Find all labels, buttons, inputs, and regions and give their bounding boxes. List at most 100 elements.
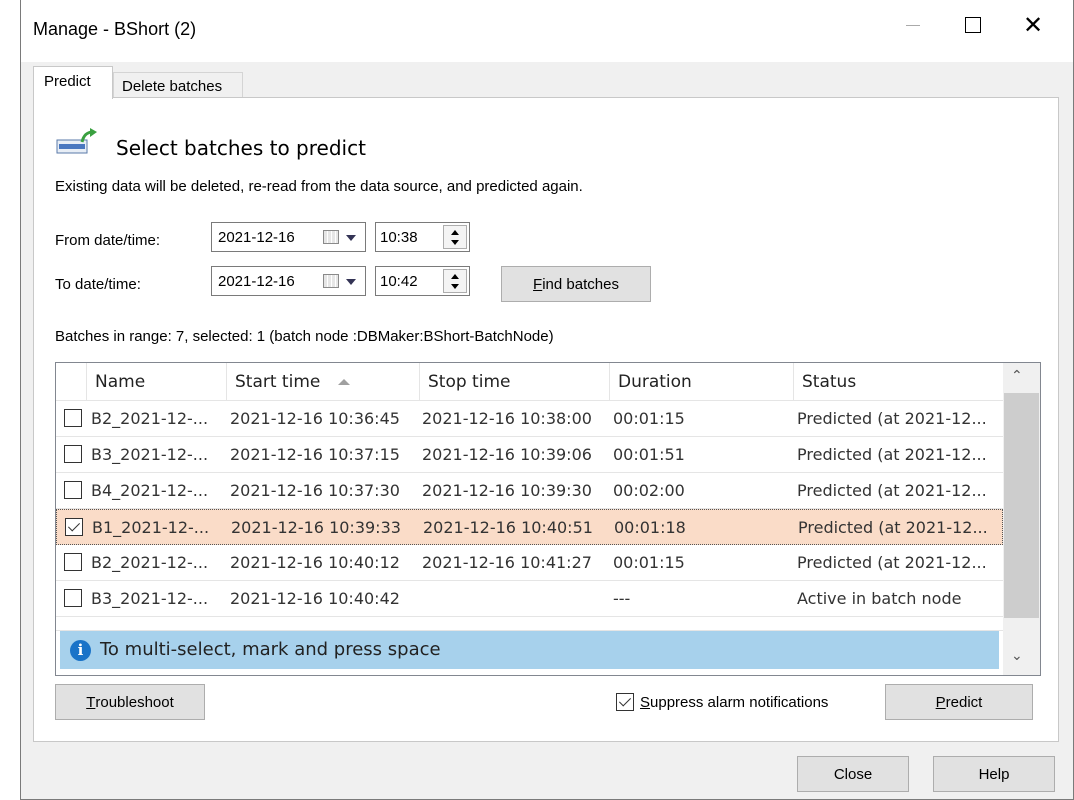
suppress-mnemonic: S bbox=[640, 694, 651, 711]
row-checkbox[interactable] bbox=[64, 553, 82, 571]
close-window-button[interactable]: ✕ bbox=[1003, 0, 1063, 50]
dropdown-arrow-icon[interactable] bbox=[346, 279, 356, 285]
table-row-partial[interactable] bbox=[56, 617, 1003, 631]
spin-down-icon[interactable] bbox=[451, 240, 459, 245]
row-checkbox[interactable] bbox=[65, 518, 83, 536]
table-row[interactable]: B2_2021-12-... 2021-12-16 10:40:12 2021-12… bbox=[56, 545, 1003, 581]
batch-summary: Batches in range: 7, selected: 1 (batch … bbox=[55, 328, 554, 345]
cell-duration: 00:01:15 bbox=[613, 553, 685, 572]
table-row[interactable]: B4_2021-12-... 2021-12-16 10:37:30 2021-12… bbox=[56, 473, 1003, 509]
cell-status: Predicted (at 2021-12... bbox=[797, 481, 987, 500]
column-header-start-time[interactable]: Start time bbox=[227, 363, 420, 401]
predict-button[interactable]: Predict bbox=[885, 684, 1033, 720]
cell-duration: --- bbox=[613, 589, 631, 608]
from-time-input[interactable]: 10:38 bbox=[375, 222, 470, 252]
row-checkbox[interactable] bbox=[64, 589, 82, 607]
cell-status: Predicted (at 2021-12... bbox=[798, 518, 988, 537]
row-checkbox[interactable] bbox=[64, 481, 82, 499]
close-icon: ✕ bbox=[1022, 11, 1044, 39]
find-label-rest: ind batches bbox=[542, 275, 619, 293]
section-description: Existing data will be deleted, re-read f… bbox=[55, 178, 583, 195]
cell-stop: 2021-12-16 10:39:30 bbox=[422, 481, 592, 500]
scroll-up-icon[interactable]: ⌃ bbox=[1011, 367, 1023, 384]
manage-dialog: Manage - BShort (2) ✕ Predict Delete bat… bbox=[20, 0, 1074, 800]
find-mnemonic: F bbox=[533, 275, 543, 293]
cell-status: Predicted (at 2021-12... bbox=[797, 445, 987, 464]
cell-name: B3_2021-12-... bbox=[91, 589, 209, 608]
checkbox-column-header bbox=[56, 363, 87, 401]
calendar-icon bbox=[323, 274, 339, 288]
tab-delete-batches[interactable]: Delete batches bbox=[113, 72, 243, 98]
sort-ascending-icon bbox=[338, 379, 351, 385]
spin-up-icon[interactable] bbox=[451, 230, 459, 235]
suppress-checkbox-box[interactable] bbox=[616, 693, 634, 711]
batch-table[interactable]: Name Start time Stop time Duration Statu… bbox=[55, 362, 1041, 676]
info-bar: i To multi-select, mark and press space bbox=[60, 631, 999, 669]
cell-stop: 2021-12-16 10:40:51 bbox=[423, 518, 593, 537]
table-row[interactable]: B2_2021-12-... 2021-12-16 10:36:45 2021-12… bbox=[56, 401, 1003, 437]
maximize-button[interactable] bbox=[943, 0, 1003, 50]
troubleshoot-mnemonic: T bbox=[86, 693, 96, 711]
title-bar: Manage - BShort (2) ✕ bbox=[21, 0, 1073, 62]
cell-name: B1_2021-12-... bbox=[92, 518, 210, 537]
cell-status: Active in batch node bbox=[797, 589, 962, 608]
from-date-picker[interactable]: 2021-12-16 bbox=[211, 222, 366, 252]
to-date-value: 2021-12-16 bbox=[218, 273, 295, 290]
start-time-label: Start time bbox=[235, 372, 321, 392]
vertical-scrollbar[interactable]: ⌃ ⌄ bbox=[1003, 363, 1040, 675]
batch-predict-icon bbox=[56, 128, 97, 154]
table-header: Name Start time Stop time Duration Statu… bbox=[56, 363, 1003, 401]
dropdown-arrow-icon[interactable] bbox=[346, 235, 356, 241]
scroll-thumb[interactable] bbox=[1004, 393, 1039, 618]
table-row[interactable]: B1_2021-12-... 2021-12-16 10:39:33 2021-12… bbox=[56, 509, 1003, 545]
cell-start: 2021-12-16 10:40:12 bbox=[230, 553, 400, 572]
predict-label-rest: redict bbox=[945, 693, 983, 711]
tab-predict[interactable]: Predict bbox=[33, 66, 113, 99]
row-checkbox[interactable] bbox=[64, 409, 82, 427]
to-time-input[interactable]: 10:42 bbox=[375, 266, 470, 296]
minimize-button[interactable] bbox=[883, 0, 943, 50]
from-time-spinner[interactable] bbox=[443, 225, 467, 249]
from-label: From date/time: bbox=[55, 232, 161, 249]
table-row[interactable]: B3_2021-12-... 2021-12-16 10:37:15 2021-12… bbox=[56, 437, 1003, 473]
from-time-value: 10:38 bbox=[380, 229, 418, 246]
predict-panel: Select batches to predict Existing data … bbox=[33, 97, 1059, 742]
cell-name: B4_2021-12-... bbox=[91, 481, 209, 500]
predict-mnemonic: P bbox=[935, 693, 946, 711]
table-row[interactable]: B3_2021-12-... 2021-12-16 10:40:42 --- Acti… bbox=[56, 581, 1003, 617]
cell-name: B2_2021-12-... bbox=[91, 409, 209, 428]
info-icon: i bbox=[70, 640, 91, 661]
scroll-down-icon[interactable]: ⌄ bbox=[1011, 647, 1023, 664]
find-batches-button[interactable]: Find batches bbox=[501, 266, 651, 302]
cell-duration: 00:01:18 bbox=[614, 518, 686, 537]
spin-up-icon[interactable] bbox=[451, 274, 459, 279]
cell-start: 2021-12-16 10:40:42 bbox=[230, 589, 400, 608]
cell-status: Predicted (at 2021-12... bbox=[797, 409, 987, 428]
section-title: Select batches to predict bbox=[116, 136, 366, 160]
to-time-spinner[interactable] bbox=[443, 269, 467, 293]
cell-duration: 00:01:15 bbox=[613, 409, 685, 428]
from-date-value: 2021-12-16 bbox=[218, 229, 295, 246]
info-text: To multi-select, mark and press space bbox=[100, 639, 441, 660]
calendar-icon bbox=[323, 230, 339, 244]
cell-start: 2021-12-16 10:39:33 bbox=[231, 518, 401, 537]
spin-down-icon[interactable] bbox=[451, 284, 459, 289]
cell-stop: 2021-12-16 10:41:27 bbox=[422, 553, 592, 572]
to-date-picker[interactable]: 2021-12-16 bbox=[211, 266, 366, 296]
cell-start: 2021-12-16 10:36:45 bbox=[230, 409, 400, 428]
help-button[interactable]: Help bbox=[933, 756, 1055, 792]
cell-stop: 2021-12-16 10:39:06 bbox=[422, 445, 592, 464]
row-checkbox[interactable] bbox=[64, 445, 82, 463]
troubleshoot-button[interactable]: Troubleshoot bbox=[55, 684, 205, 720]
column-header-status[interactable]: Status bbox=[794, 363, 1003, 401]
column-header-duration[interactable]: Duration bbox=[610, 363, 794, 401]
cell-duration: 00:01:51 bbox=[613, 445, 685, 464]
to-time-value: 10:42 bbox=[380, 273, 418, 290]
column-header-name[interactable]: Name bbox=[87, 363, 227, 401]
close-button[interactable]: Close bbox=[797, 756, 909, 792]
column-header-stop-time[interactable]: Stop time bbox=[420, 363, 610, 401]
cell-stop: 2021-12-16 10:38:00 bbox=[422, 409, 592, 428]
suppress-label: Suppress alarm notifications bbox=[640, 694, 828, 711]
to-label: To date/time: bbox=[55, 276, 141, 293]
suppress-label-rest: uppress alarm notifications bbox=[650, 694, 829, 711]
